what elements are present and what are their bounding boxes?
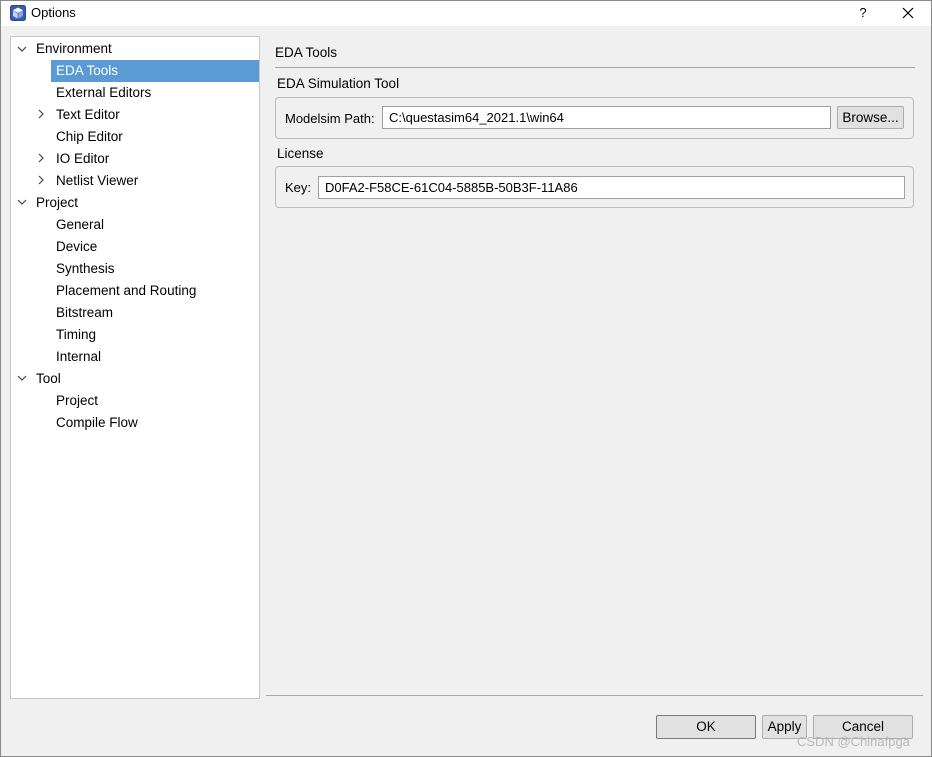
license-section-label: License <box>277 146 324 161</box>
tree-item-external-editors[interactable]: External Editors <box>56 82 151 104</box>
chevron-down-icon[interactable] <box>17 44 27 54</box>
title-divider <box>275 67 915 68</box>
tree-item-synthesis[interactable]: Synthesis <box>56 258 115 280</box>
license-key-label: Key: <box>285 180 312 195</box>
tree-item-timing[interactable]: Timing <box>56 324 96 346</box>
tree-item-compile-flow[interactable]: Compile Flow <box>56 412 138 434</box>
tree-item-project[interactable]: Project <box>36 192 78 214</box>
options-dialog: Options ? Environment EDA Tools External… <box>0 0 932 757</box>
modelsim-path-input[interactable]: C:\questasim64_2021.1\win64 <box>382 106 831 129</box>
title-bar: Options ? <box>1 1 931 26</box>
chevron-down-icon[interactable] <box>17 197 27 207</box>
cube-app-icon <box>10 5 26 21</box>
browse-button[interactable]: Browse... <box>837 106 904 129</box>
chevron-right-icon[interactable] <box>36 175 46 185</box>
window-title: Options <box>31 5 76 20</box>
tree-item-eda-tools[interactable]: EDA Tools <box>51 60 259 82</box>
footer-divider <box>266 695 923 696</box>
watermark: CSDN @Chinafpga <box>797 734 910 749</box>
license-groupbox: Key: D0FA2-F58CE-61C04-5885B-50B3F-11A86 <box>275 166 914 208</box>
tree-item-netlist-viewer[interactable]: Netlist Viewer <box>56 170 138 192</box>
tree-item-text-editor[interactable]: Text Editor <box>56 104 120 126</box>
tree-item-bitstream[interactable]: Bitstream <box>56 302 113 324</box>
close-button[interactable] <box>897 3 919 23</box>
chevron-right-icon[interactable] <box>36 109 46 119</box>
simulation-groupbox: Modelsim Path: C:\questasim64_2021.1\win… <box>275 97 914 139</box>
simulation-section-label: EDA Simulation Tool <box>277 76 400 91</box>
modelsim-path-label: Modelsim Path: <box>285 111 375 126</box>
tree-item-tool[interactable]: Tool <box>36 368 61 390</box>
tree-item-device[interactable]: Device <box>56 236 97 258</box>
ok-button[interactable]: OK <box>656 715 756 739</box>
close-icon <box>902 7 914 19</box>
license-key-input[interactable]: D0FA2-F58CE-61C04-5885B-50B3F-11A86 <box>318 176 905 199</box>
page-title: EDA Tools <box>275 45 338 60</box>
tree-item-general[interactable]: General <box>56 214 104 236</box>
chevron-down-icon[interactable] <box>17 373 27 383</box>
tree-item-io-editor[interactable]: IO Editor <box>56 148 109 170</box>
options-tree[interactable]: Environment EDA Tools External Editors T… <box>10 36 260 699</box>
tree-item-environment[interactable]: Environment <box>36 38 112 60</box>
chevron-right-icon[interactable] <box>36 153 46 163</box>
tree-item-tool-project[interactable]: Project <box>56 390 98 412</box>
help-button[interactable]: ? <box>853 3 873 23</box>
tree-item-chip-editor[interactable]: Chip Editor <box>56 126 123 148</box>
tree-item-placement-routing[interactable]: Placement and Routing <box>56 280 196 302</box>
tree-item-internal[interactable]: Internal <box>56 346 101 368</box>
